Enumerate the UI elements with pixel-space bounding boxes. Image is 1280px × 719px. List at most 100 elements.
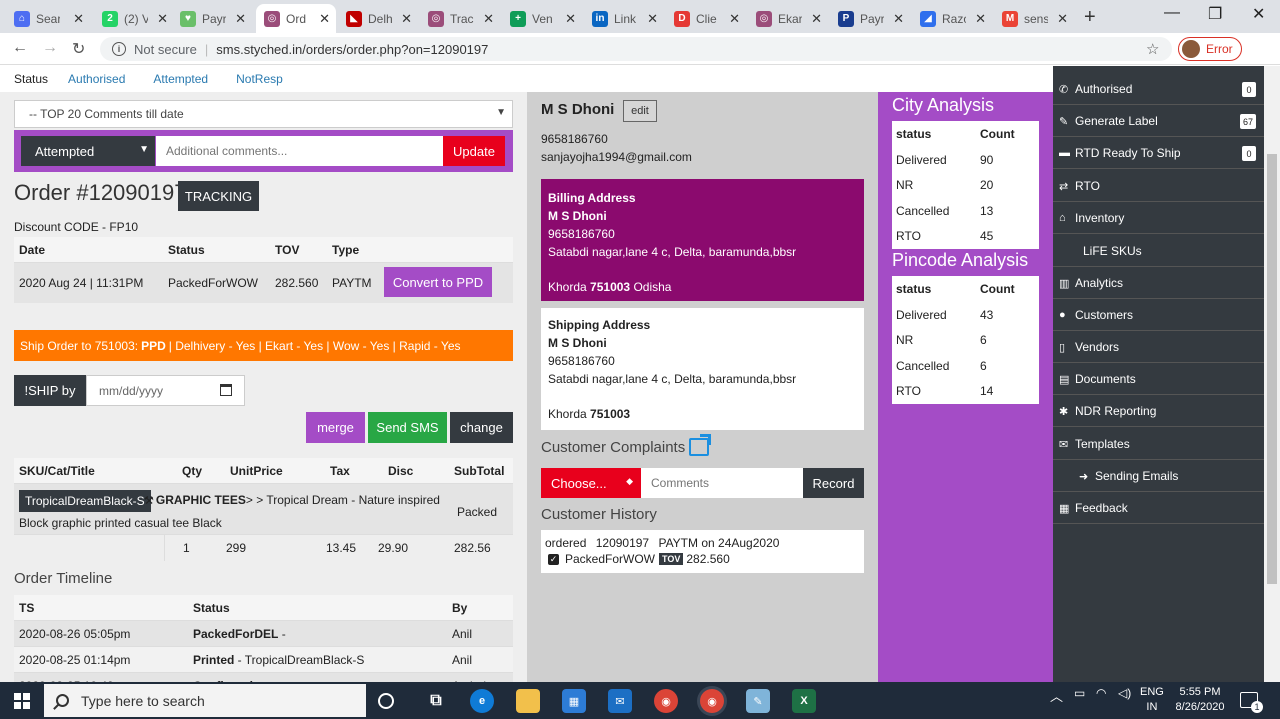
tray-chevron-up-icon[interactable]: ︿	[1050, 686, 1063, 705]
complaint-type-select[interactable]: Choose... ◆	[541, 468, 641, 498]
browser-tab[interactable]: ◣ Delh ✕	[338, 4, 418, 33]
status-select[interactable]: Attempted ▼	[21, 136, 155, 166]
merge-button[interactable]: merge	[306, 412, 365, 443]
tracking-button[interactable]: TRACKING	[178, 181, 259, 211]
edge-icon[interactable]: e	[470, 689, 494, 713]
browser-tab[interactable]: 2 (2) V ✕	[94, 4, 174, 33]
language-indicator[interactable]: ENG IN	[1140, 685, 1164, 715]
subnav-notresp[interactable]: NotResp	[236, 72, 283, 86]
notification-icon[interactable]: 1	[1240, 692, 1263, 713]
minimize-button[interactable]: —	[1164, 4, 1180, 22]
notepad-icon[interactable]: ✎	[746, 689, 770, 713]
close-tab-icon[interactable]: ✕	[975, 11, 986, 27]
bookmark-star-icon[interactable]: ☆	[1146, 40, 1159, 58]
cortana-icon[interactable]	[378, 693, 394, 709]
sidebar-item-analytics[interactable]: ▥ Analytics	[1053, 268, 1264, 299]
subnav-attempted[interactable]: Attempted	[153, 72, 208, 86]
change-button[interactable]: change	[450, 412, 513, 443]
profile-error-button[interactable]: Error	[1178, 37, 1242, 61]
close-tab-icon[interactable]: ✕	[811, 11, 822, 27]
sidebar-item-feedback[interactable]: ▦ Feedback	[1053, 493, 1264, 524]
chrome-icon[interactable]: ◉	[654, 689, 678, 713]
close-tab-icon[interactable]: ✕	[647, 11, 658, 27]
close-tab-icon[interactable]: ✕	[401, 11, 412, 27]
restore-button[interactable]: ❐	[1208, 4, 1222, 24]
page-scrollbar[interactable]	[1264, 66, 1280, 682]
forward-arrow-icon[interactable]: →	[42, 39, 58, 57]
sku-badge[interactable]: TropicalDreamBlack-S	[19, 490, 151, 512]
close-tab-icon[interactable]: ✕	[1057, 11, 1068, 27]
battery-icon[interactable]: ▭	[1074, 686, 1085, 700]
new-tab-button[interactable]: +	[1084, 6, 1096, 29]
history-order-link[interactable]: 12090197	[596, 536, 649, 550]
edit-customer-button[interactable]: edit	[623, 100, 657, 122]
browser-tab[interactable]: ◎ Trac ✕	[420, 4, 500, 33]
sidebar-item-generate-label[interactable]: ✎ Generate Label 67	[1053, 106, 1264, 137]
browser-tab[interactable]: ⌂ Sear ✕	[6, 4, 90, 33]
info-icon[interactable]: i	[112, 42, 126, 56]
store-icon[interactable]: ▦	[562, 689, 586, 713]
url-field[interactable]: i Not secure | sms.styched.in/orders/ord…	[100, 37, 1172, 61]
close-tab-icon[interactable]: ✕	[319, 11, 330, 27]
scrollbar-thumb[interactable]	[1267, 154, 1277, 584]
sidebar-item-ndr-reporting[interactable]: ✱ NDR Reporting	[1053, 396, 1264, 427]
browser-tab[interactable]: D Clie ✕	[666, 4, 746, 33]
record-button[interactable]: Record	[803, 468, 864, 498]
close-tab-icon[interactable]: ✕	[157, 11, 168, 27]
complaint-comments-input[interactable]	[641, 468, 803, 498]
file-explorer-icon[interactable]	[516, 689, 540, 713]
close-tab-icon[interactable]: ✕	[729, 11, 740, 27]
sidebar-item-sending-emails[interactable]: ➜ Sending Emails	[1053, 461, 1264, 492]
excel-icon[interactable]: X	[792, 689, 816, 713]
sidebar-item-customers[interactable]: ● Customers	[1053, 300, 1264, 331]
table-header: TS Status By	[14, 595, 513, 621]
additional-comments-input[interactable]	[156, 136, 443, 166]
sidebar-item-vendors[interactable]: ▯ Vendors	[1053, 332, 1264, 363]
send-sms-button[interactable]: Send SMS	[368, 412, 447, 443]
ship-by-date-input[interactable]: mm/dd/yyyy	[86, 375, 245, 406]
taskbar-search[interactable]: Type here to search	[44, 684, 366, 717]
browser-tab[interactable]: ◎ Ord ✕	[256, 4, 336, 33]
volume-icon[interactable]: ◁)	[1118, 686, 1131, 700]
chrome-active-icon[interactable]: ◉	[700, 689, 724, 713]
sku-title-line2: Block graphic printed casual tee Black	[19, 516, 222, 530]
reload-icon[interactable]: ↻	[72, 39, 85, 59]
taskbar-clock[interactable]: 5:55 PM 8/26/2020	[1170, 685, 1230, 715]
sidebar-item-authorised[interactable]: ✆ Authorised 0	[1053, 74, 1264, 105]
browser-tab[interactable]: ◎ Ekar ✕	[748, 4, 828, 33]
order-status: PackedForWOW	[168, 276, 259, 290]
ship-by-button[interactable]: !SHIP by	[14, 375, 86, 406]
back-arrow-icon[interactable]: ←	[12, 39, 28, 57]
truck-icon: ▬	[1059, 147, 1070, 159]
sidebar-item-rto[interactable]: ⇄ RTO	[1053, 171, 1264, 202]
windows-start-icon[interactable]	[14, 693, 30, 709]
close-tab-icon[interactable]: ✕	[483, 11, 494, 27]
subnav-status[interactable]: Status	[14, 72, 48, 86]
close-tab-icon[interactable]: ✕	[235, 11, 246, 27]
sidebar-item-life-skus[interactable]: LiFE SKUs	[1053, 236, 1264, 267]
browser-tab[interactable]: P Payr ✕	[830, 4, 910, 33]
calendar-icon[interactable]	[220, 384, 232, 396]
browser-tab[interactable]: + Ven ✕	[502, 4, 582, 33]
count-badge: 0	[1242, 82, 1256, 97]
browser-tab[interactable]: Msens ✕	[994, 4, 1074, 33]
top-comments-select[interactable]: -- TOP 20 Comments till date ▼	[14, 100, 513, 128]
sidebar-item-templates[interactable]: ✉ Templates	[1053, 429, 1264, 460]
sidebar-item-rtd-ready-to-ship[interactable]: ▬ RTD Ready To Ship 0	[1053, 138, 1264, 169]
close-tab-icon[interactable]: ✕	[73, 11, 84, 27]
sidebar-item-inventory[interactable]: ⌂ Inventory	[1053, 203, 1264, 234]
close-window-button[interactable]: ✕	[1252, 4, 1265, 24]
sidebar-item-documents[interactable]: ▤ Documents	[1053, 364, 1264, 395]
browser-tab[interactable]: ◢Razo✕	[912, 4, 992, 33]
wifi-icon[interactable]: ◠	[1096, 686, 1106, 700]
browser-tab[interactable]: in Link ✕	[584, 4, 664, 33]
convert-to-ppd-button[interactable]: Convert to PPD	[384, 267, 492, 297]
browser-tab[interactable]: ♥ Payr ✕	[172, 4, 252, 33]
close-tab-icon[interactable]: ✕	[893, 11, 904, 27]
external-link-icon[interactable]	[689, 434, 712, 456]
subnav-authorised[interactable]: Authorised	[68, 72, 125, 86]
mail-icon[interactable]: ✉	[608, 689, 632, 713]
task-view-icon[interactable]: ⧉	[424, 689, 448, 713]
close-tab-icon[interactable]: ✕	[565, 11, 576, 27]
update-button[interactable]: Update	[443, 136, 505, 166]
